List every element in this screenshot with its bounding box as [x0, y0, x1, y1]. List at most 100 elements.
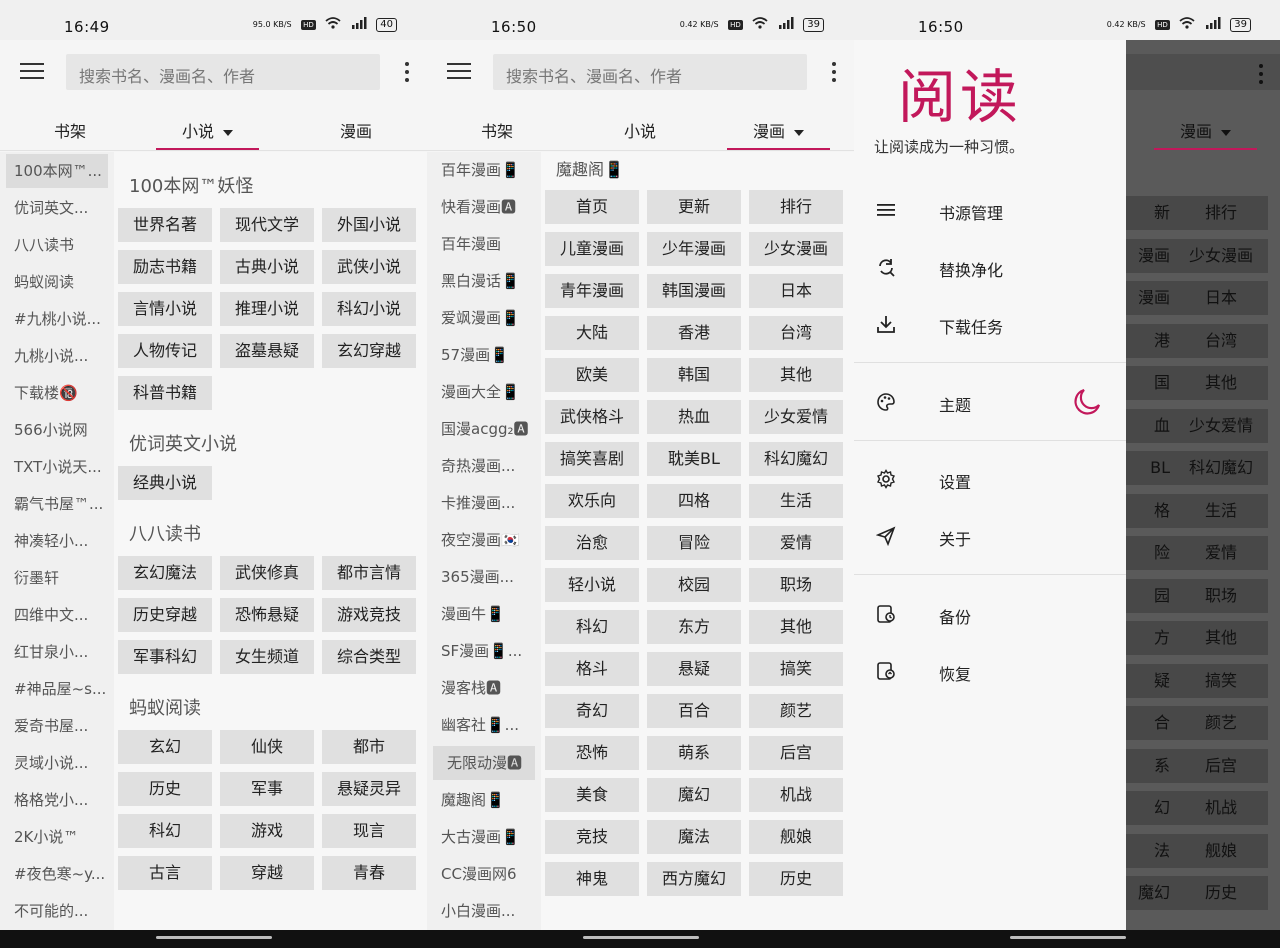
category-chip[interactable]: 轻小说: [545, 568, 639, 602]
source-item[interactable]: 漫客栈🅰: [427, 670, 541, 707]
category-chip[interactable]: 现言: [322, 814, 416, 848]
category-chip[interactable]: 奇幻: [545, 694, 639, 728]
category-chip[interactable]: 日本: [749, 274, 843, 308]
category-chip[interactable]: 机战: [749, 778, 843, 812]
source-item[interactable]: 幽客社📱...: [427, 707, 541, 744]
source-item[interactable]: SF漫画📱...: [427, 633, 541, 670]
category-chip[interactable]: 儿童漫画: [545, 232, 639, 266]
source-item[interactable]: 四维中文...: [0, 597, 114, 634]
source-item[interactable]: 下载楼🔞: [0, 375, 114, 412]
menu-item-download[interactable]: 下载任务: [854, 301, 1126, 347]
category-chip[interactable]: 青年漫画: [545, 274, 639, 308]
tab-comic[interactable]: 漫画: [726, 118, 831, 150]
category-chip[interactable]: 盗墓悬疑: [220, 334, 314, 368]
category-chip[interactable]: 西方魔幻: [647, 862, 741, 896]
category-chip[interactable]: 爱情: [749, 526, 843, 560]
category-chip[interactable]: 古言: [118, 856, 212, 890]
category-chip[interactable]: 军事: [220, 772, 314, 806]
source-item[interactable]: 夜空漫画🇰🇷: [427, 522, 541, 559]
tab-bookshelf[interactable]: 书架: [54, 118, 86, 142]
category-chip[interactable]: 生活: [749, 484, 843, 518]
category-chip[interactable]: 香港: [647, 316, 741, 350]
category-chip[interactable]: 都市: [322, 730, 416, 764]
source-item[interactable]: 爱飒漫画📱: [427, 300, 541, 337]
menu-item-backup[interactable]: 备份: [854, 591, 1126, 637]
more-options-icon[interactable]: [832, 62, 836, 86]
category-chip[interactable]: 少女爱情: [749, 400, 843, 434]
category-chip[interactable]: 武侠修真: [220, 556, 314, 590]
source-item[interactable]: 格格党小...: [0, 782, 114, 819]
menu-item-replace[interactable]: 替换净化: [854, 244, 1126, 290]
category-chip[interactable]: 科幻小说: [322, 292, 416, 326]
category-chip[interactable]: 欧美: [545, 358, 639, 392]
category-chip[interactable]: 少女漫画: [749, 232, 843, 266]
category-chip[interactable]: 治愈: [545, 526, 639, 560]
category-chip[interactable]: 恐怖: [545, 736, 639, 770]
source-item[interactable]: 百年漫画: [427, 226, 541, 263]
category-chip[interactable]: 外国小说: [322, 208, 416, 242]
category-chip[interactable]: 历史穿越: [118, 598, 212, 632]
category-chip[interactable]: 历史: [118, 772, 212, 806]
category-chip[interactable]: 美食: [545, 778, 639, 812]
source-item[interactable]: 黑白漫话📱: [427, 263, 541, 300]
category-chip[interactable]: 都市言情: [322, 556, 416, 590]
tab-bookshelf[interactable]: 书架: [481, 118, 513, 142]
category-chip[interactable]: 军事科幻: [118, 640, 212, 674]
source-item[interactable]: 霸气书屋™...: [0, 486, 114, 523]
category-chip[interactable]: 玄幻魔法: [118, 556, 212, 590]
category-chip[interactable]: 科幻: [545, 610, 639, 644]
source-item[interactable]: 八八读书: [0, 227, 114, 264]
source-item[interactable]: 蚂蚁阅读: [0, 264, 114, 301]
source-item[interactable]: 奇热漫画...: [427, 448, 541, 485]
source-item[interactable]: 快看漫画🅰: [427, 189, 541, 226]
category-chip[interactable]: 古典小说: [220, 250, 314, 284]
category-chip[interactable]: 女生频道: [220, 640, 314, 674]
menu-item-restore[interactable]: 恢复: [854, 648, 1126, 694]
category-chip[interactable]: 欢乐向: [545, 484, 639, 518]
tab-comic[interactable]: 漫画: [340, 118, 372, 142]
source-item[interactable]: 衍墨轩: [0, 560, 114, 597]
source-item[interactable]: 566小说网: [0, 412, 114, 449]
category-chip[interactable]: 首页: [545, 190, 639, 224]
source-item[interactable]: 魔趣阁📱: [427, 782, 541, 819]
category-chip[interactable]: 言情小说: [118, 292, 212, 326]
category-chip[interactable]: 魔幻: [647, 778, 741, 812]
category-chip[interactable]: 励志书籍: [118, 250, 212, 284]
source-item[interactable]: 爱奇书屋...: [0, 708, 114, 745]
category-chip[interactable]: 耽美BL: [647, 442, 741, 476]
category-chip[interactable]: 悬疑灵异: [322, 772, 416, 806]
category-chip[interactable]: 武侠格斗: [545, 400, 639, 434]
category-chip[interactable]: 韩国: [647, 358, 741, 392]
category-chip[interactable]: 科普书籍: [118, 376, 212, 410]
source-item[interactable]: 灵域小说...: [0, 745, 114, 782]
source-item[interactable]: 漫画牛📱: [427, 596, 541, 633]
category-chip[interactable]: 少年漫画: [647, 232, 741, 266]
tab-novel[interactable]: 小说: [155, 118, 260, 150]
source-item[interactable]: 365漫画...: [427, 559, 541, 596]
category-chip[interactable]: 舰娘: [749, 820, 843, 854]
category-chip[interactable]: 经典小说: [118, 466, 212, 500]
category-chip[interactable]: 穿越: [220, 856, 314, 890]
menu-item-source-manage[interactable]: 书源管理: [854, 187, 1126, 233]
category-chip[interactable]: 世界名著: [118, 208, 212, 242]
category-chip[interactable]: 竞技: [545, 820, 639, 854]
category-chip[interactable]: 搞笑喜剧: [545, 442, 639, 476]
category-chip[interactable]: 其他: [749, 358, 843, 392]
category-chip[interactable]: 科幻: [118, 814, 212, 848]
menu-item-settings[interactable]: 设置: [854, 456, 1126, 502]
category-chip[interactable]: 人物传记: [118, 334, 212, 368]
category-chip[interactable]: 推理小说: [220, 292, 314, 326]
source-item[interactable]: 国漫acgg₂🅰: [427, 411, 541, 448]
source-item[interactable]: 优词英文...: [0, 190, 114, 227]
category-chip[interactable]: 游戏竞技: [322, 598, 416, 632]
source-item[interactable]: #神品屋~s...: [0, 671, 114, 708]
tab-novel[interactable]: 小说: [624, 118, 656, 142]
source-item[interactable]: 百年漫画📱: [427, 152, 541, 189]
category-chip[interactable]: 青春: [322, 856, 416, 890]
category-chip[interactable]: 现代文学: [220, 208, 314, 242]
category-chip[interactable]: 玄幻: [118, 730, 212, 764]
search-input[interactable]: 搜索书名、漫画名、作者: [66, 54, 380, 90]
dimmed-background[interactable]: 漫画 新漫画 漫画港国血 BL 格险园方疑合系幻法魔幻 排行 少女漫画 日本 台湾 其他 少女爱情…: [1126, 40, 1280, 930]
source-item[interactable]: 不可能的...: [0, 893, 114, 930]
category-chip[interactable]: 萌系: [647, 736, 741, 770]
